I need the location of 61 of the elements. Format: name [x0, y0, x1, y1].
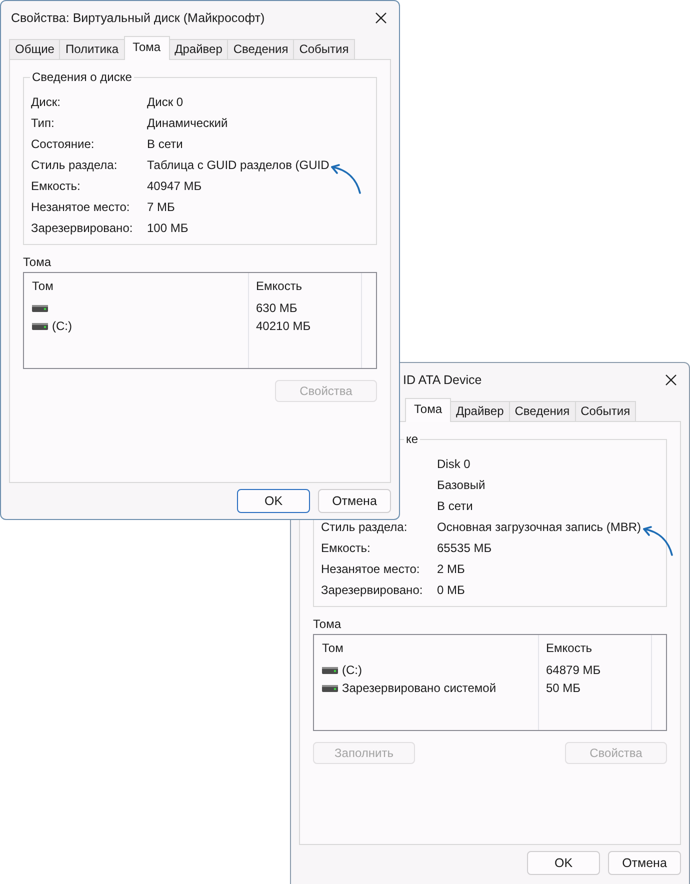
column-header[interactable]: Емкость — [546, 641, 592, 655]
field-value: В сети — [437, 498, 473, 512]
field-value: Динамический — [147, 116, 228, 130]
volume-capacity: 40210 МБ — [256, 319, 311, 333]
field-label: Зарезервировано: — [321, 582, 423, 596]
drive-icon — [322, 666, 338, 674]
column-header[interactable]: Емкость — [256, 279, 302, 293]
tab[interactable]: Сведения — [227, 39, 294, 59]
volume-name: Зарезервировано системой — [342, 681, 496, 695]
field-value: 100 МБ — [147, 220, 188, 234]
field-value: 0 МБ — [437, 582, 465, 596]
window-title: ID ATA Device — [403, 373, 482, 387]
close-icon[interactable] — [665, 374, 677, 386]
field-label: Емкость: — [31, 178, 80, 192]
close-icon[interactable] — [375, 12, 387, 24]
tab[interactable]: Политика — [59, 39, 125, 59]
drive-icon — [322, 684, 338, 692]
field-value: Таблица с GUID разделов (GUID — [147, 158, 330, 172]
tab[interactable]: Тома — [124, 36, 170, 60]
field-label: Незанятое место: — [321, 562, 420, 576]
field-label: Незанятое место: — [31, 200, 130, 214]
field-label: Зарезервировано: — [31, 220, 133, 234]
field-label: Стиль раздела: — [31, 158, 118, 172]
field-label: Тип: — [31, 116, 54, 130]
volume-name: (C:) — [342, 663, 362, 677]
tab[interactable]: События — [574, 401, 636, 421]
dialog-button[interactable]: OK — [237, 489, 310, 513]
field-label: Стиль раздела: — [321, 520, 408, 534]
field-value: В сети — [147, 136, 183, 150]
field-value: Базовый — [437, 478, 486, 492]
drive-icon — [32, 322, 48, 330]
section-title: Тома — [23, 255, 52, 271]
drive-icon — [32, 304, 48, 312]
volume-capacity: 64879 МБ — [546, 663, 601, 677]
column-header[interactable]: Том — [322, 641, 344, 655]
volume-capacity: 50 МБ — [546, 681, 581, 695]
group-title: Сведения о диске — [30, 70, 134, 84]
field-label: Состояние: — [31, 136, 94, 150]
volume-name: (C:) — [52, 319, 72, 333]
field-label: Емкость: — [321, 540, 370, 554]
dialog-button[interactable]: OK — [527, 851, 600, 875]
tab[interactable]: Общие — [9, 39, 60, 59]
field-value: 7 МБ — [147, 200, 175, 214]
field-value: 65535 МБ — [437, 540, 492, 554]
field-value: Основная загрузочная запись (MBR) — [437, 520, 642, 534]
tab[interactable]: Сведения — [508, 401, 576, 421]
field-value: 40947 МБ — [147, 178, 202, 192]
tab[interactable]: Драйвер — [168, 39, 228, 59]
field-label: Диск: — [31, 94, 60, 108]
field-value: Диск 0 — [147, 94, 184, 108]
field-value: 2 МБ — [437, 562, 465, 576]
tab[interactable]: События — [293, 39, 355, 59]
column-header[interactable]: Том — [32, 279, 54, 293]
tab[interactable]: Тома — [405, 398, 451, 422]
section-title: Тома — [313, 617, 342, 633]
field-value: Disk 0 — [437, 456, 470, 470]
window-title: Свойства: Виртуальный диск (Майкрософт) — [11, 11, 265, 25]
tab[interactable]: Драйвер — [450, 401, 510, 421]
dialog-button[interactable]: Отмена — [608, 851, 681, 875]
volume-capacity: 630 МБ — [256, 301, 298, 315]
dialog-button[interactable]: Отмена — [318, 489, 391, 513]
